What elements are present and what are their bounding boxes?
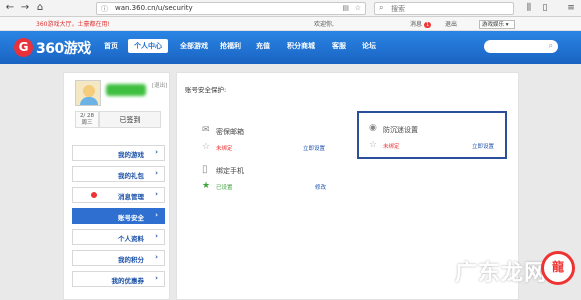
sidebar-item-account-security[interactable]: 账号安全 › <box>72 208 165 224</box>
user-sidebar: [退出] 2/ 28 周三 已签到 我的游戏 › 我的礼包 › 消息管理 › 账… <box>63 72 170 300</box>
card-title: 防沉迷设置 <box>383 126 418 134</box>
anti-addiction-card-highlight: ◉ 防沉迷设置 ☆ 未绑定 立即设置 <box>357 111 507 159</box>
logo-text: 360游戏 <box>36 41 91 57</box>
chevron-right-icon: › <box>155 190 158 198</box>
sidebar-item-coupons[interactable]: 我的优惠券 › <box>72 271 165 287</box>
site-search-input[interactable]: ⌕ <box>484 40 558 53</box>
game-center-dropdown[interactable]: 游戏娱乐 ▾ <box>479 20 515 29</box>
logout-link[interactable]: 退出 <box>445 19 457 28</box>
chevron-right-icon: › <box>155 274 158 282</box>
home-icon[interactable]: ⌂ <box>34 2 46 14</box>
sidebar-item-points[interactable]: 我的积分 › <box>72 250 165 266</box>
message-count-badge: 1 <box>423 22 432 28</box>
nav-personal-center[interactable]: 个人中心 <box>128 39 168 53</box>
bookmark-star-icon[interactable]: ☆ <box>355 4 361 12</box>
signed-in-button[interactable]: 已签到 <box>99 111 161 128</box>
chevron-right-icon: › <box>155 148 158 156</box>
chevron-right-icon: › <box>155 253 158 261</box>
star-outline-icon: ☆ <box>369 140 378 150</box>
search-icon[interactable]: ⌕ <box>549 41 553 51</box>
chevron-right-icon: › <box>155 232 158 240</box>
username-redacted <box>106 84 146 96</box>
sidebar-logout-link[interactable]: [退出] <box>152 81 167 89</box>
nav-recharge[interactable]: 充值 <box>256 41 270 51</box>
set-now-link[interactable]: 立即设置 <box>303 144 325 152</box>
address-bar[interactable]: ⓘ wan.360.cn/u/security ▤ ☆ <box>96 2 366 15</box>
sidebar-item-label: 个人资料 <box>118 235 144 243</box>
game-center-label: 游戏娱乐 <box>482 22 505 28</box>
star-filled-icon: ★ <box>202 181 211 191</box>
logo-mark: G <box>14 38 33 57</box>
set-now-link[interactable]: 立即设置 <box>472 142 494 150</box>
card-status: 已设置 <box>216 185 233 191</box>
nav-home[interactable]: 首页 <box>104 41 118 51</box>
message-link[interactable]: 消息 1 <box>410 19 432 28</box>
sidebar-item-label: 我的游戏 <box>118 151 144 159</box>
watermark-logo-icon: 龍 <box>541 251 575 285</box>
sidebar-item-messages[interactable]: 消息管理 › <box>72 187 165 203</box>
watermark-text: 广东龙网 <box>455 261 548 286</box>
welcome-text: 欢迎你, <box>314 21 334 28</box>
chevron-right-icon: › <box>155 169 158 177</box>
card-title: 密保邮箱 <box>216 128 244 136</box>
promo-link[interactable]: 360游戏大厅，土豪都在用! <box>36 19 110 28</box>
chevron-right-icon: › <box>155 211 158 219</box>
nav-service[interactable]: 客服 <box>332 41 346 51</box>
avatar-head <box>83 85 95 97</box>
menu-icon[interactable]: ≡ <box>566 3 576 13</box>
reader-view-icon[interactable]: ▤ <box>342 4 349 12</box>
card-title: 绑定手机 <box>216 167 244 175</box>
search-placeholder: 搜索 <box>391 5 405 13</box>
sidebar-item-label: 我的优惠券 <box>111 277 145 285</box>
sidebar-item-my-games[interactable]: 我的游戏 › <box>72 145 165 161</box>
library-icon[interactable]: ⫼ <box>524 3 534 13</box>
sidebar-item-label: 我的积分 <box>118 256 144 264</box>
browser-toolbar: ← → ⌂ ⓘ wan.360.cn/u/security ▤ ☆ ⌕ 搜索 ⫼… <box>0 0 581 17</box>
sidebar-item-profile[interactable]: 个人资料 › <box>72 229 165 245</box>
date-day: 2/ 28 <box>79 113 95 119</box>
forward-icon[interactable]: → <box>19 2 31 14</box>
browser-search-input[interactable]: ⌕ 搜索 <box>374 2 514 15</box>
info-icon[interactable]: ⓘ <box>101 4 108 14</box>
site-header: G 360游戏 首页 个人中心 全部游戏 抢福利 充值 积分商城 客服 论坛 ⌕ <box>0 31 581 64</box>
section-title: 账号安全保护: <box>185 86 227 94</box>
nav-benefits[interactable]: 抢福利 <box>220 41 241 51</box>
bind-phone-card: ▯ 绑定手机 ★ 已设置 修改 <box>202 164 342 210</box>
sidebar-item-label: 消息管理 <box>118 193 144 201</box>
nav-points-mall[interactable]: 积分商城 <box>287 41 315 51</box>
anti-addiction-card: ◉ 防沉迷设置 ☆ 未绑定 立即设置 <box>369 123 499 169</box>
avatar[interactable] <box>75 80 101 106</box>
top-info-bar: 360游戏大厅，土豪都在用! 欢迎你, 消息 1 退出 游戏娱乐 ▾ <box>0 17 581 31</box>
date-box: 2/ 28 周三 <box>75 111 99 128</box>
avatar-body <box>80 97 98 105</box>
search-icon: ⌕ <box>379 3 384 12</box>
sidebar-item-label: 我的礼包 <box>118 172 144 180</box>
sidebar-item-label: 账号安全 <box>118 214 144 222</box>
dragon-icon: 龍 <box>551 260 564 274</box>
back-icon[interactable]: ← <box>4 2 16 14</box>
nav-forum[interactable]: 论坛 <box>362 41 376 51</box>
card-status: 未绑定 <box>383 144 400 150</box>
sidebar-item-my-gifts[interactable]: 我的礼包 › <box>72 166 165 182</box>
url-text: wan.360.cn/u/security <box>115 4 193 12</box>
nav-all-games[interactable]: 全部游戏 <box>180 41 208 51</box>
date-weekday: 周三 <box>81 120 93 126</box>
sidebar-icon[interactable]: ▯ <box>540 3 550 13</box>
card-status: 未绑定 <box>216 146 233 152</box>
eye-icon: ◉ <box>369 123 377 133</box>
message-label: 消息 <box>410 21 423 28</box>
notification-dot-icon <box>91 192 97 198</box>
star-outline-icon: ☆ <box>202 142 211 152</box>
modify-link[interactable]: 修改 <box>315 183 326 191</box>
phone-icon: ▯ <box>202 164 208 175</box>
mail-icon: ✉ <box>202 125 210 135</box>
